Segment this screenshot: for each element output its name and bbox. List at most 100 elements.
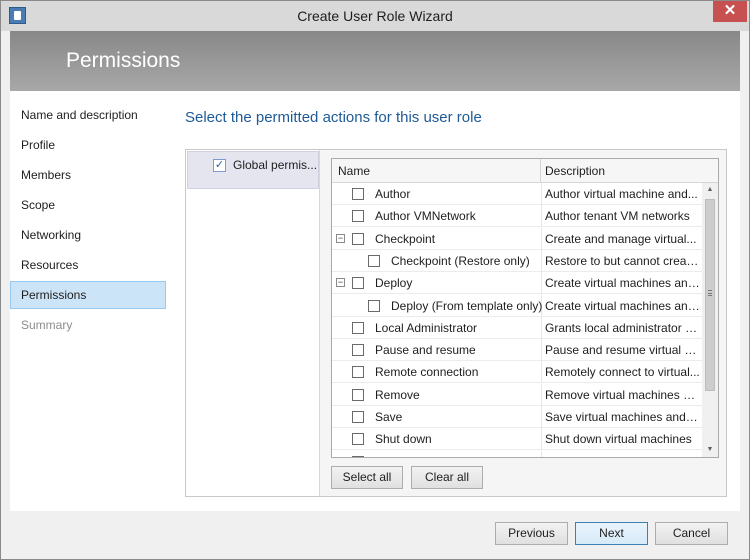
- permission-name: Author: [375, 187, 411, 201]
- permission-description: Remove virtual machines an...: [545, 387, 700, 402]
- table-row[interactable]: Save Save virtual machines and se...: [332, 406, 702, 428]
- permission-description: Author tenant VM networks: [545, 209, 690, 224]
- column-divider: [541, 339, 542, 362]
- close-button[interactable]: ✕: [713, 1, 747, 22]
- column-divider: [541, 316, 542, 339]
- column-header-name[interactable]: Name: [332, 159, 541, 183]
- permission-description: Start virtual machines: [545, 455, 700, 457]
- permission-description: Create virtual machines and...: [545, 276, 700, 291]
- permission-name: Deploy (From template only): [391, 298, 543, 313]
- banner-title: Permissions: [66, 49, 181, 72]
- wizard-window: Create User Role Wizard ✕ Permissions Na…: [0, 0, 750, 560]
- nav-item-resources[interactable]: Resources: [10, 251, 166, 279]
- permission-description: Save virtual machines and se...: [545, 410, 700, 424]
- nav-item-members[interactable]: Members: [10, 161, 166, 189]
- column-divider: [541, 249, 542, 272]
- cancel-button[interactable]: Cancel: [655, 522, 728, 545]
- permission-checkbox[interactable]: [352, 455, 364, 457]
- table-row[interactable]: − Deploy Create virtual machines and...: [332, 272, 702, 295]
- permissions-panel: ✓ Global permis... Name Description Auth…: [185, 149, 727, 497]
- column-divider: [541, 272, 542, 295]
- permission-name: Shut down: [375, 432, 432, 447]
- permission-name: Checkpoint (Restore only): [391, 253, 530, 268]
- permission-name: Pause and resume: [375, 343, 476, 358]
- wizard-steps-nav: Name and description Profile Members Sco…: [10, 91, 168, 511]
- permission-name: Remote connection: [375, 365, 479, 380]
- permission-description: Create and manage virtual...: [545, 231, 697, 246]
- permission-checkbox[interactable]: [352, 344, 364, 357]
- nav-item-scope[interactable]: Scope: [10, 191, 166, 219]
- permission-checkbox[interactable]: [352, 277, 364, 290]
- permission-name: Save: [375, 410, 403, 424]
- table-row[interactable]: − Checkpoint Create and manage virtual...: [332, 227, 702, 250]
- scroll-down-icon[interactable]: ▼: [702, 443, 718, 457]
- scope-checkbox[interactable]: ✓: [213, 159, 226, 172]
- column-divider: [541, 227, 542, 250]
- main-content: Select the permitted actions for this us…: [168, 91, 740, 511]
- nav-item-summary: Summary: [21, 318, 73, 332]
- column-divider: [541, 450, 542, 457]
- permission-description: Shut down virtual machines: [545, 432, 692, 447]
- column-divider: [541, 183, 542, 205]
- column-divider: [541, 205, 542, 228]
- grip-icon: [708, 290, 712, 296]
- permission-description: Create virtual machines and...: [545, 298, 700, 313]
- permission-name: Start: [375, 455, 400, 457]
- permission-name: Checkpoint: [375, 231, 436, 246]
- select-all-button[interactable]: Select all: [331, 466, 403, 489]
- window-title: Create User Role Wizard: [297, 8, 453, 24]
- permission-description: Grants local administrator ri...: [545, 320, 700, 335]
- permission-name: Remove: [375, 387, 420, 402]
- permission-checkbox[interactable]: [352, 232, 364, 245]
- collapse-icon[interactable]: −: [336, 278, 345, 288]
- table-row[interactable]: Checkpoint (Restore only) Restore to but …: [332, 249, 702, 272]
- table-row[interactable]: Start Start virtual machines: [332, 450, 702, 457]
- table-row[interactable]: Author VMNetwork Author tenant VM network…: [332, 205, 702, 228]
- scroll-thumb[interactable]: [705, 199, 715, 391]
- page-heading: Select the permitted actions for this us…: [185, 109, 482, 126]
- permission-checkbox[interactable]: [352, 433, 364, 446]
- scope-item-global[interactable]: ✓ Global permis...: [187, 151, 319, 189]
- table-row[interactable]: Remove Remove virtual machines an...: [332, 383, 702, 406]
- wizard-footer: Previous Next Cancel: [1, 511, 749, 559]
- nav-item-permissions[interactable]: Permissions: [10, 281, 166, 309]
- permission-checkbox[interactable]: [368, 299, 380, 312]
- scope-label: Global permis...: [233, 158, 317, 172]
- nav-item-networking[interactable]: Networking: [10, 221, 166, 249]
- permission-checkbox[interactable]: [368, 254, 380, 267]
- column-header-description[interactable]: Description: [541, 159, 718, 183]
- permission-description: Restore to but cannot create...: [545, 253, 700, 268]
- table-row[interactable]: Remote connection Remotely connect to vir…: [332, 361, 702, 384]
- table-row[interactable]: Local Administrator Grants local administ…: [332, 316, 702, 339]
- table-row[interactable]: Author Author virtual machine and...: [332, 183, 702, 205]
- previous-button[interactable]: Previous: [495, 522, 568, 545]
- nav-item-profile[interactable]: Profile: [10, 131, 166, 159]
- table-header: Name Description: [332, 159, 718, 183]
- permission-description: Remotely connect to virtual...: [545, 365, 700, 380]
- permission-checkbox[interactable]: [352, 411, 364, 423]
- column-divider: [541, 428, 542, 451]
- title-bar[interactable]: Create User Role Wizard ✕: [1, 1, 749, 31]
- permission-checkbox[interactable]: [352, 366, 364, 379]
- permission-name: Deploy: [375, 276, 413, 291]
- permission-name: Local Administrator: [375, 320, 478, 335]
- table-row[interactable]: Pause and resume Pause and resume virtual…: [332, 339, 702, 362]
- table-row[interactable]: Shut down Shut down virtual machines: [332, 428, 702, 451]
- clear-all-button[interactable]: Clear all: [411, 466, 483, 489]
- permission-checkbox[interactable]: [352, 321, 364, 334]
- permission-checkbox[interactable]: [352, 388, 364, 401]
- permission-description: Author virtual machine and...: [545, 187, 698, 201]
- permissions-table: Name Description Author Author virtual ma…: [331, 158, 719, 458]
- table-row[interactable]: Deploy (From template only) Create virtua…: [332, 294, 702, 317]
- page-banner: Permissions: [10, 31, 740, 91]
- scroll-up-icon[interactable]: ▲: [702, 183, 718, 197]
- permission-checkbox[interactable]: [352, 210, 364, 223]
- nav-item-name-and-description[interactable]: Name and description: [10, 101, 166, 129]
- vertical-scrollbar[interactable]: ▲ ▼: [702, 183, 718, 457]
- column-divider: [541, 383, 542, 406]
- next-button[interactable]: Next: [575, 522, 648, 545]
- collapse-icon[interactable]: −: [336, 233, 345, 243]
- permission-checkbox[interactable]: [352, 188, 364, 200]
- column-divider: [541, 361, 542, 384]
- permission-name: Author VMNetwork: [375, 209, 476, 224]
